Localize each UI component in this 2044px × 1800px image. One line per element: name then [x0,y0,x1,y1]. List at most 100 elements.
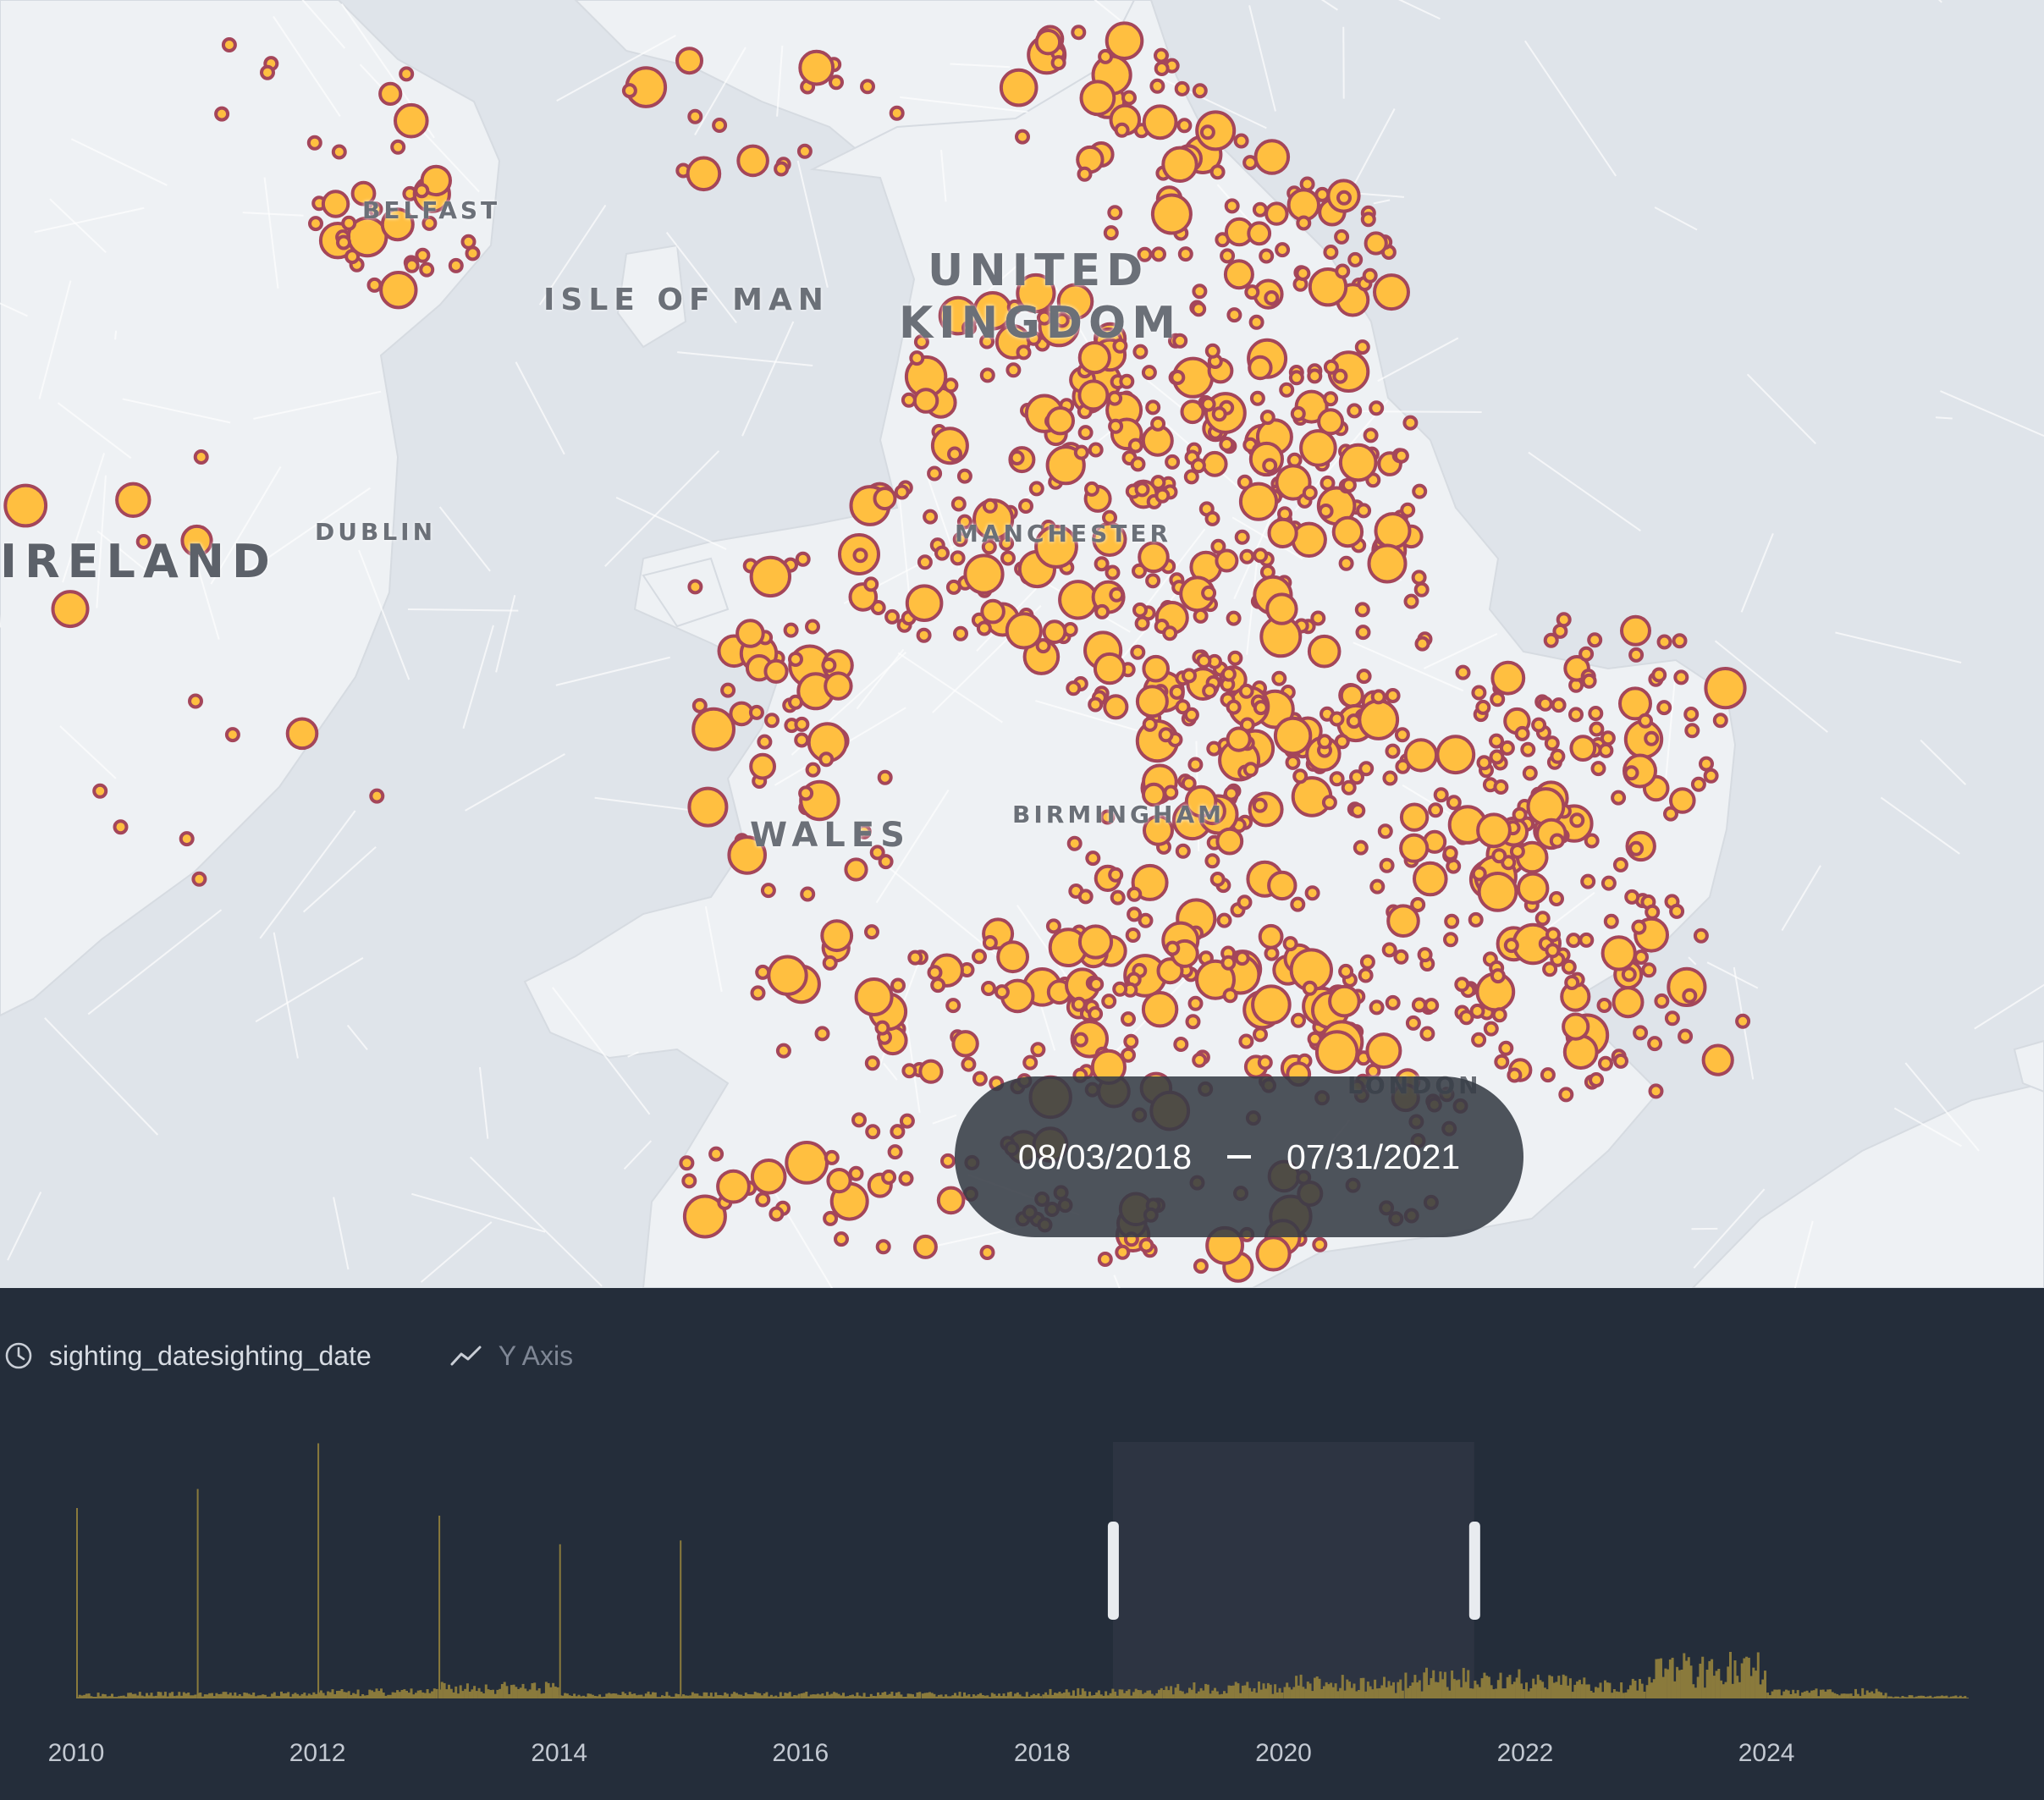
sighting-point[interactable] [1158,727,1174,743]
sighting-point[interactable] [1628,647,1645,663]
sighting-point[interactable] [805,619,820,635]
sighting-point[interactable] [1085,850,1101,867]
sighting-point[interactable] [1363,427,1379,443]
sighting-point[interactable] [1549,891,1564,906]
sighting-point[interactable] [1114,122,1130,138]
sighting-point[interactable] [1127,886,1143,902]
sighting-point[interactable] [1356,503,1372,519]
sighting-point[interactable] [1199,124,1215,140]
sighting-point[interactable] [1093,652,1127,685]
sighting-point[interactable] [1142,716,1158,732]
sighting-point[interactable] [1402,415,1419,431]
sighting-point[interactable] [1654,993,1670,1009]
sighting-point[interactable] [1399,802,1430,832]
sighting-point[interactable] [963,553,1005,595]
sighting-point[interactable] [1125,928,1141,943]
sighting-point[interactable] [755,1192,771,1208]
sighting-point[interactable] [1385,688,1401,703]
sighting-point[interactable] [1545,943,1561,959]
sighting-point[interactable] [1550,748,1566,764]
sighting-point[interactable] [757,734,773,750]
sighting-point[interactable] [1154,61,1170,76]
sighting-point[interactable] [1562,1034,1599,1070]
sighting-point[interactable] [1077,889,1094,905]
sighting-point[interactable] [905,584,944,623]
sighting-point[interactable] [1318,504,1334,519]
sighting-point[interactable] [404,257,420,273]
sighting-point[interactable] [822,955,838,971]
sighting-point[interactable] [1077,379,1110,411]
range-handle-start[interactable] [1107,1522,1119,1620]
sighting-point[interactable] [1110,889,1126,906]
sighting-point[interactable] [899,1113,915,1129]
sighting-point[interactable] [894,484,910,500]
sighting-point[interactable] [1350,802,1366,818]
sighting-point[interactable] [1200,396,1216,412]
sighting-point[interactable] [1393,949,1409,965]
sighting-point[interactable] [763,658,789,684]
sighting-point[interactable] [1209,164,1226,180]
sighting-point[interactable] [113,819,129,835]
sighting-point[interactable] [1103,225,1119,241]
sighting-point[interactable] [749,555,791,598]
sighting-point[interactable] [1161,146,1198,184]
sighting-point[interactable] [878,854,894,870]
sighting-point[interactable] [1204,343,1220,359]
sighting-point[interactable] [1314,1030,1359,1074]
sighting-point[interactable] [1123,1033,1139,1049]
sighting-point[interactable] [1175,843,1191,859]
sighting-point[interactable] [1141,365,1157,381]
sighting-point[interactable] [1656,634,1672,650]
sighting-point[interactable] [980,598,1005,625]
sighting-point[interactable] [1223,259,1254,290]
sighting-point[interactable] [1367,543,1408,584]
sighting-point[interactable] [1238,1033,1254,1049]
sighting-point[interactable] [1543,632,1559,648]
sighting-point[interactable] [1534,911,1551,927]
sighting-point[interactable] [308,216,323,232]
sighting-point[interactable] [1187,757,1204,773]
sighting-point[interactable] [1084,481,1099,497]
sighting-point[interactable] [999,68,1039,107]
sighting-point[interactable] [1358,967,1374,983]
sighting-point[interactable] [1648,1083,1664,1099]
sighting-point[interactable] [1611,790,1627,806]
sighting-point[interactable] [1101,994,1117,1010]
sighting-point[interactable] [1264,201,1289,226]
sighting-point[interactable] [1395,758,1411,774]
sighting-point[interactable] [1603,913,1619,929]
sighting-point[interactable] [1369,999,1385,1016]
sighting-point[interactable] [750,1159,787,1195]
sighting-point[interactable] [1216,912,1232,928]
sighting-point[interactable] [51,590,90,629]
sighting-point[interactable] [889,105,905,121]
sighting-point[interactable] [1556,612,1572,628]
sighting-point[interactable] [366,277,383,293]
sighting-point[interactable] [1034,29,1062,56]
sighting-point[interactable] [1631,919,1647,935]
sighting-point[interactable] [1356,669,1372,685]
sighting-point[interactable] [1299,429,1337,467]
sighting-point[interactable] [736,619,765,648]
sighting-point[interactable] [1369,400,1385,416]
sighting-point[interactable] [1257,1054,1273,1071]
sighting-point[interactable] [1669,903,1685,919]
sighting-point[interactable] [1317,734,1333,750]
sighting-point[interactable] [1296,215,1312,231]
sighting-point[interactable] [1564,975,1580,990]
sighting-point[interactable] [749,752,776,780]
sighting-point[interactable] [748,704,764,720]
sighting-point[interactable] [1566,933,1582,949]
sighting-point[interactable] [1271,670,1287,686]
sighting-point[interactable] [415,247,431,263]
sighting-point[interactable] [1590,761,1606,777]
sighting-point[interactable] [1393,448,1409,464]
sighting-point[interactable] [1302,980,1318,996]
sighting-point[interactable] [1428,802,1444,818]
sighting-point[interactable] [1107,205,1123,221]
sighting-point[interactable] [852,548,868,564]
sighting-point[interactable] [1204,853,1220,869]
sighting-point[interactable] [1374,512,1412,550]
sighting-point[interactable] [379,271,418,310]
sighting-point[interactable] [1498,1040,1514,1056]
